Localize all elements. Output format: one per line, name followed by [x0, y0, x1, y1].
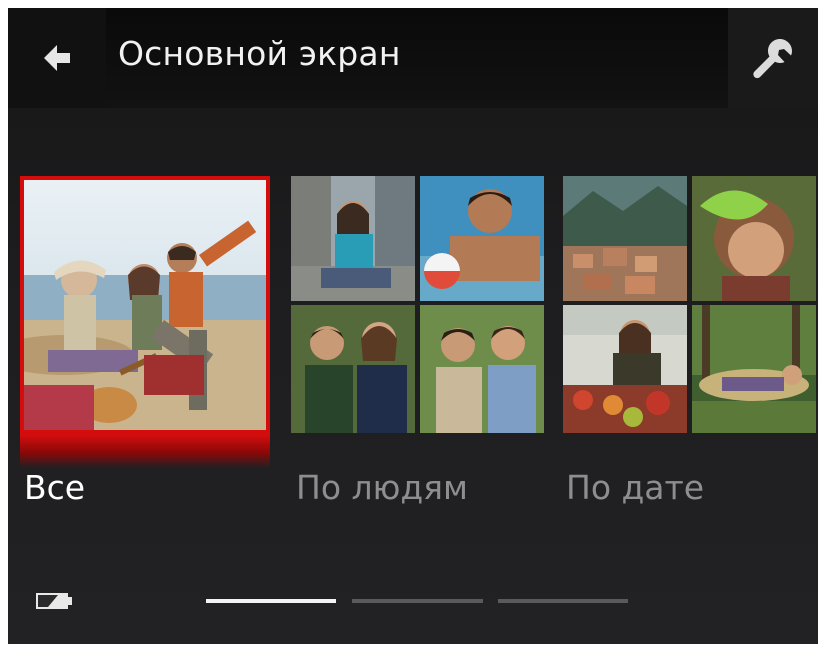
back-button[interactable] [8, 8, 106, 108]
thumbnail [291, 305, 415, 433]
thumbnail [420, 305, 544, 433]
header: Основной экран [8, 8, 818, 108]
thumbnail [420, 176, 544, 301]
thumbnail [692, 176, 816, 301]
page-indicator-3[interactable] [498, 599, 628, 603]
album-all-label: Все [24, 468, 86, 507]
thumbnail [692, 305, 816, 433]
home-screen: Основной экран Все По людям По дате [8, 8, 818, 644]
page-indicator-2[interactable] [352, 599, 483, 603]
battery-icon [36, 593, 72, 609]
back-arrow-icon [44, 45, 70, 71]
thumbnail [291, 176, 415, 301]
page-indicator-1[interactable] [206, 599, 336, 603]
settings-button[interactable] [728, 8, 818, 108]
title-bar: Основной экран [106, 8, 728, 108]
selected-cover-photo [20, 176, 270, 434]
wrench-icon [753, 39, 792, 79]
album-all-cover [20, 176, 270, 468]
album-by-people-label: По людям [296, 468, 468, 507]
thumbnail [563, 176, 687, 301]
album-by-date-thumbnails [563, 176, 816, 433]
thumbnail [563, 305, 687, 433]
album-by-people-thumbnails [291, 176, 544, 433]
selection-highlight [20, 434, 270, 468]
album-by-date-label: По дате [566, 468, 705, 507]
page-title: Основной экран [118, 34, 401, 73]
family-beach-photo [24, 180, 266, 430]
